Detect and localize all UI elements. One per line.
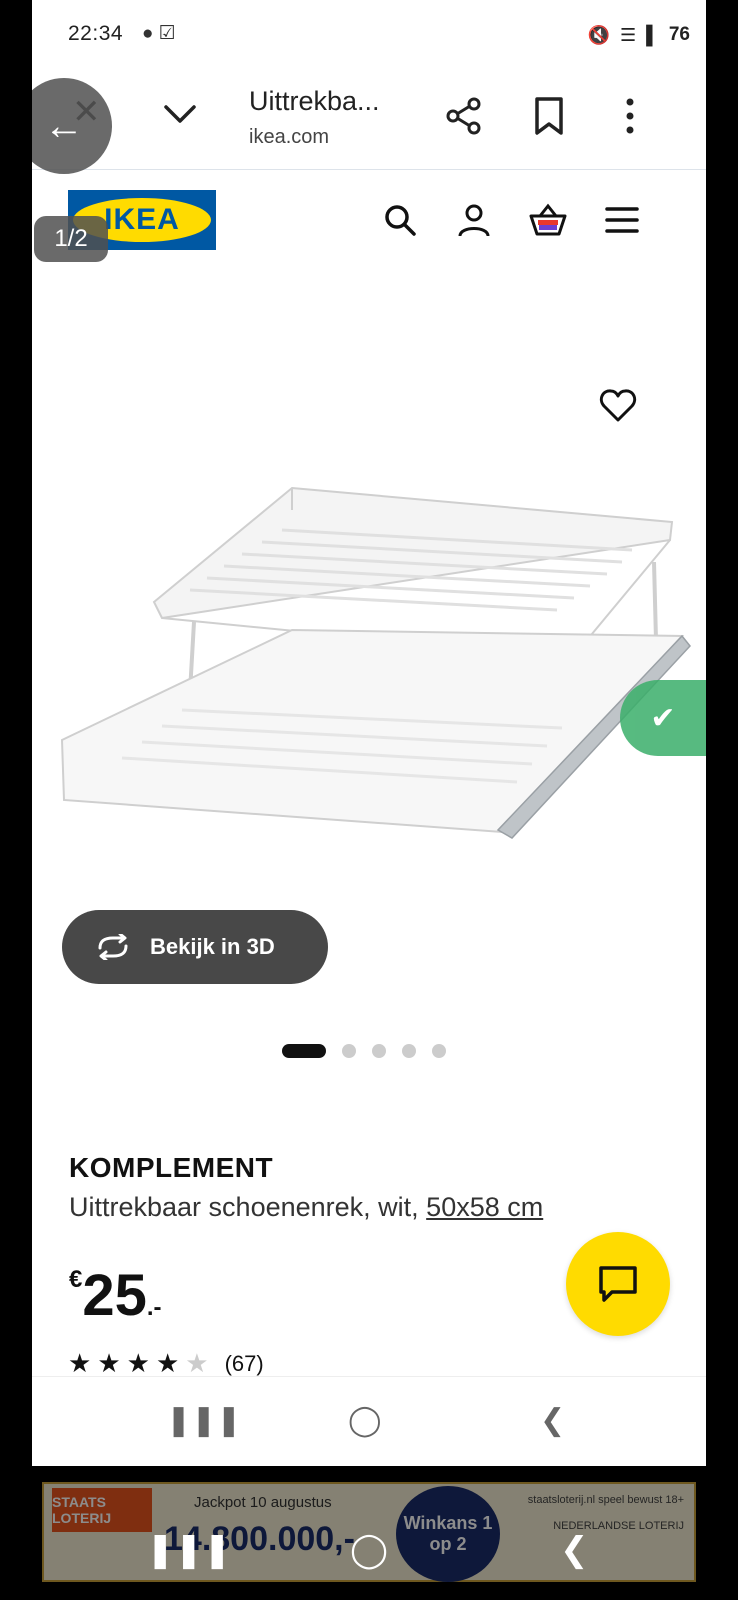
- heart-icon[interactable]: [598, 386, 638, 426]
- ar-view-badge[interactable]: ✔: [620, 680, 706, 756]
- product-size-link[interactable]: 50x58 cm: [426, 1192, 543, 1222]
- profile-icon[interactable]: [454, 200, 494, 240]
- share-icon[interactable]: [444, 96, 484, 136]
- rating-count[interactable]: (67): [225, 1351, 264, 1377]
- browser-toolbar: ✕ Uittrekba... ikea.com: [32, 72, 706, 170]
- ad-fine-print-text: staatsloterij.nl speel bewust 18+: [527, 1494, 684, 1506]
- status-bar: 22:34 ● ☑ 🔇 ☰ ▌ 76: [32, 0, 706, 72]
- ad-brand-logo: STAATS LOTERIJ: [52, 1488, 152, 1532]
- price-currency: €: [69, 1266, 83, 1293]
- ad-headline: Jackpot 10 augustus: [194, 1494, 332, 1511]
- chevron-down-icon[interactable]: [160, 94, 200, 134]
- battery-level: 76: [668, 24, 690, 45]
- star-empty-icon: ★: [185, 1348, 209, 1378]
- more-menu-icon[interactable]: [622, 96, 638, 136]
- bookmark-icon[interactable]: [532, 96, 566, 136]
- star-icon: ★: [68, 1348, 92, 1378]
- home-icon[interactable]: ◯: [350, 1530, 388, 1570]
- view-3d-button[interactable]: Bekijk in 3D: [62, 910, 328, 984]
- mute-icon: 🔇: [587, 24, 610, 45]
- recent-apps-icon[interactable]: ❚❚❚: [166, 1403, 241, 1438]
- image-carousel-dots: [282, 1044, 446, 1058]
- status-time: 22:34: [68, 22, 124, 45]
- search-icon[interactable]: [380, 200, 420, 240]
- cart-icon[interactable]: [528, 200, 568, 240]
- price-suffix: .-: [146, 1294, 162, 1321]
- chat-button[interactable]: [566, 1232, 670, 1336]
- hamburger-menu-icon[interactable]: [602, 200, 642, 240]
- signal-icon: ▌: [646, 24, 659, 45]
- product-description-text: Uittrekbaar schoenenrek, wit,: [69, 1192, 427, 1222]
- android-nav-bar: ❚❚❚ ◯ ❮: [32, 1376, 706, 1466]
- ad-fine-print: staatsloterij.nl speel bewust 18+ NEDERL…: [528, 1494, 684, 1532]
- page-counter: 1/2: [34, 216, 108, 262]
- product-price: €25.-: [69, 1262, 162, 1329]
- carousel-dot-4[interactable]: [402, 1044, 416, 1058]
- view-3d-label: Bekijk in 3D: [150, 934, 275, 959]
- chat-icon: [599, 1266, 637, 1302]
- home-icon[interactable]: ◯: [348, 1403, 382, 1438]
- phone-screen: 22:34 ● ☑ 🔇 ☰ ▌ 76 ✕ Uittrekba... ikea.c…: [32, 0, 706, 1466]
- star-icon: ★: [126, 1348, 150, 1378]
- arrow-left-icon: ←: [44, 103, 84, 148]
- system-nav-overlay: ❚❚❚ ◯ ❮: [0, 1530, 738, 1580]
- product-rating[interactable]: ★ ★ ★ ★ ★ (67): [68, 1348, 264, 1379]
- carousel-dot-1[interactable]: [282, 1044, 326, 1058]
- notification-icons: ● ☑: [142, 23, 176, 44]
- tab-title[interactable]: Uittrekba...: [249, 86, 380, 117]
- status-right-icons: 🔇 ☰ ▌ 76: [588, 24, 690, 46]
- back-nav-icon[interactable]: ❮: [560, 1530, 589, 1570]
- product-image[interactable]: [42, 470, 692, 860]
- back-nav-icon[interactable]: ❮: [540, 1403, 565, 1438]
- rotate-3d-icon: [98, 934, 128, 960]
- ar-icon: ✔: [650, 701, 676, 735]
- star-icon: ★: [155, 1348, 180, 1378]
- product-name: KOMPLEMENT: [69, 1152, 274, 1183]
- star-icon: ★: [97, 1348, 121, 1378]
- recent-apps-icon[interactable]: ❚❚❚: [146, 1530, 231, 1570]
- page-url[interactable]: ikea.com: [249, 126, 329, 149]
- wifi-icon: ☰: [619, 24, 637, 45]
- carousel-dot-3[interactable]: [372, 1044, 386, 1058]
- price-value: 25: [82, 1263, 147, 1328]
- product-description: Uittrekbaar schoenenrek, wit, 50x58 cm: [69, 1192, 543, 1223]
- carousel-dot-5[interactable]: [432, 1044, 446, 1058]
- carousel-dot-2[interactable]: [342, 1044, 356, 1058]
